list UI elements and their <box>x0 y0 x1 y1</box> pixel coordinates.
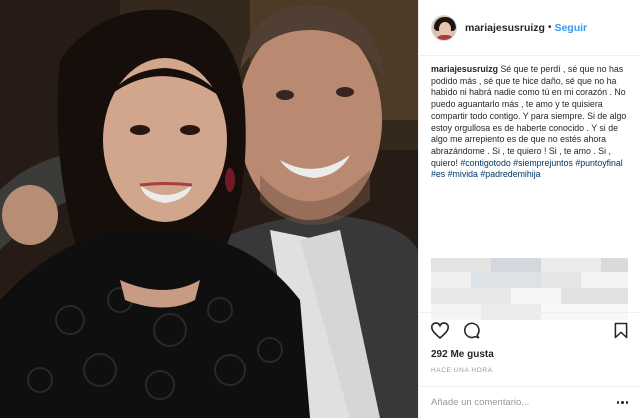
hashtag-link[interactable]: #es <box>431 169 445 179</box>
comment-icon[interactable] <box>463 322 480 344</box>
caption-text: Sé que te perdí , sé que no has podido m… <box>431 64 627 168</box>
hashtag-link[interactable]: #siemprejuntos <box>513 158 573 168</box>
likes-count[interactable]: 292 Me gusta <box>431 349 494 360</box>
instagram-post: mariajesusruizg • Seguir mariajesusruizg… <box>0 0 640 418</box>
hashtag-link[interactable]: #mivida <box>448 169 478 179</box>
post-timestamp: HACE UNA HORA <box>431 367 493 374</box>
hashtag-link[interactable]: #contigotodo <box>460 158 510 168</box>
heart-icon[interactable] <box>430 322 450 344</box>
action-bar <box>430 322 480 344</box>
avatar[interactable] <box>431 14 457 41</box>
post-photo[interactable] <box>0 0 418 418</box>
post-side-panel: mariajesusruizg • Seguir mariajesusruizg… <box>418 0 640 418</box>
selfie-illustration <box>0 0 418 418</box>
caption-author[interactable]: mariajesusruizg <box>431 64 498 74</box>
username-link[interactable]: mariajesusruizg <box>465 22 545 34</box>
follow-button[interactable]: Seguir <box>554 22 587 34</box>
post-header: mariajesusruizg • Seguir <box>419 0 640 56</box>
divider <box>419 312 640 313</box>
bookmark-icon[interactable] <box>614 322 628 344</box>
more-options-icon[interactable] <box>616 401 628 404</box>
hashtag-link[interactable]: #puntoyfinal <box>575 158 622 168</box>
hashtag-link[interactable]: #padredemihija <box>480 169 540 179</box>
comment-input[interactable] <box>431 397 611 408</box>
separator-dot: • <box>547 22 552 33</box>
comment-bar <box>419 386 640 418</box>
post-caption: mariajesusruizg Sé que te perdí , sé que… <box>419 56 640 252</box>
